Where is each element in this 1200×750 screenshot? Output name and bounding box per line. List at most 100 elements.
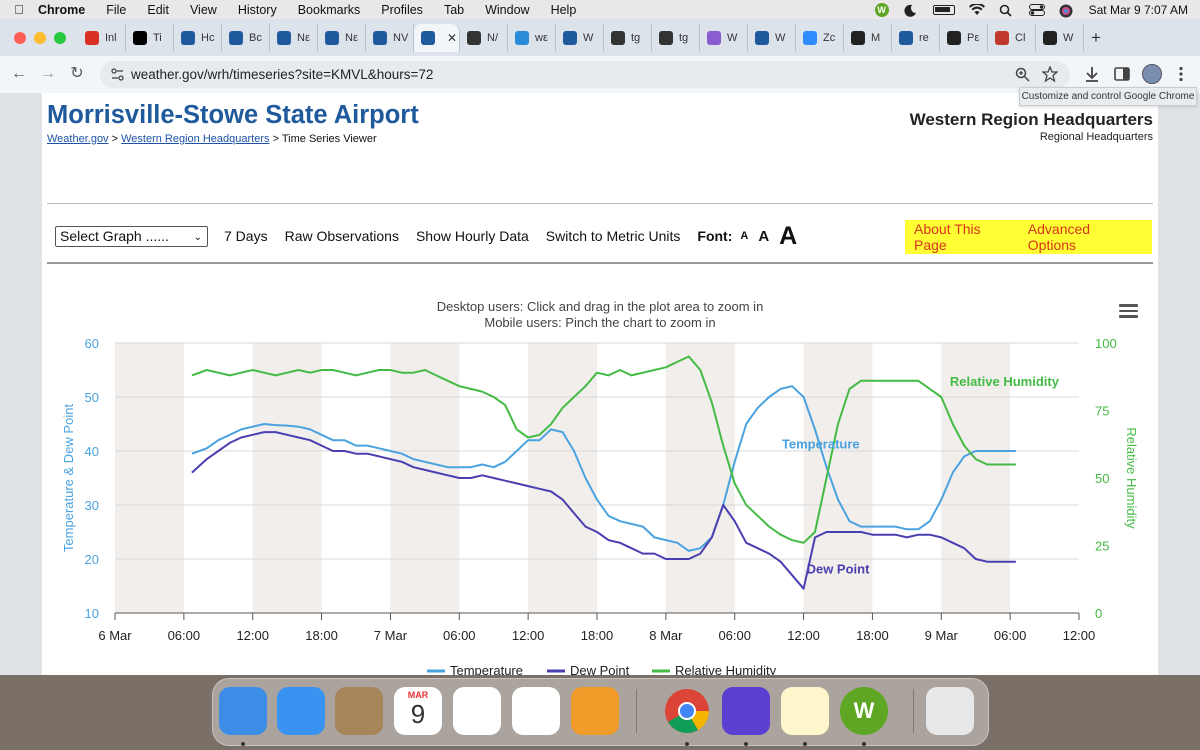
menu-tab[interactable]: Tab [444,3,464,17]
tab[interactable]: W [748,24,796,52]
site-info-icon[interactable] [110,67,125,82]
wifi-icon[interactable] [968,2,985,16]
x-tick-label: 06:00 [718,628,751,643]
moon-icon[interactable] [903,4,919,17]
menu-profiles[interactable]: Profiles [381,3,423,17]
zoom-window-button[interactable] [54,32,66,44]
tab[interactable]: Nε [270,24,318,52]
menu-history[interactable]: History [238,3,277,17]
window-controls [14,32,66,44]
tab-label: wε [535,32,548,44]
search-icon[interactable] [999,4,1015,17]
chrome-menu-icon[interactable] [1172,65,1190,83]
url-text[interactable]: weather.gov/wrh/timeseries?site=KMVL&hou… [131,67,433,82]
mail-icon[interactable] [277,687,325,735]
forward-button[interactable]: → [37,63,59,85]
advanced-options-link[interactable]: Advanced Options [1028,221,1135,253]
tab[interactable]: Zc [796,24,844,52]
zoom-icon[interactable] [1015,67,1030,82]
calendar-icon[interactable]: MAR 9 [394,687,442,735]
tab[interactable]: wε [508,24,556,52]
menu-edit[interactable]: Edit [147,3,169,17]
tab[interactable]: Cl [988,24,1036,52]
hourly-data-link[interactable]: Show Hourly Data [416,228,529,244]
temperature-label: Temperature [782,436,860,451]
breadcrumb-western-region[interactable]: Western Region Headquarters [121,133,269,145]
side-panel-icon[interactable] [1113,65,1131,83]
tab[interactable]: tg [604,24,652,52]
menu-view[interactable]: View [190,3,217,17]
menu-bookmarks[interactable]: Bookmarks [298,3,361,17]
apple-icon[interactable]:  [0,2,38,17]
menu-window[interactable]: Window [485,3,529,17]
bookmark-star-icon[interactable] [1042,66,1058,82]
battery-icon[interactable] [932,4,955,15]
trash-icon[interactable] [926,687,974,735]
tab[interactable]: Nε [318,24,366,52]
tab[interactable]: Ti [126,24,174,52]
chrome-icon[interactable] [663,687,711,735]
menu-app-name[interactable]: Chrome [38,3,85,17]
noaa-icon [373,31,387,45]
night-band [665,343,735,613]
tab[interactable]: W [1036,24,1084,52]
new-tab-button[interactable]: + [1084,24,1108,52]
timeseries-chart[interactable]: 10 20 30 40 50 60 0 25 50 75 100 Temperature & Dew … [42,323,1158,675]
tab-label: M [871,32,881,44]
metric-units-link[interactable]: Switch to Metric Units [546,228,681,244]
menu-file[interactable]: File [106,3,126,17]
contacts-icon[interactable] [335,687,383,735]
tab[interactable]: N/ [460,24,508,52]
close-tab-icon[interactable]: ✕ [447,31,457,45]
breadcrumb-weather-gov[interactable]: Weather.gov [47,133,109,145]
pages-icon[interactable] [571,687,619,735]
chevron-down-icon: ⌄ [193,231,202,243]
tab[interactable]: Bc [222,24,270,52]
x-tick-label: 18:00 [581,628,614,643]
finder-icon[interactable] [219,687,267,735]
select-graph-dropdown[interactable]: Select Graph ...... ⌄ [55,225,208,247]
tab[interactable]: Pε [940,24,988,52]
tab[interactable]: NV [366,24,414,52]
tab[interactable]: tg [652,24,700,52]
menu-help[interactable]: Help [551,3,577,17]
seven-days-link[interactable]: 7 Days [224,228,268,244]
menu-clock[interactable]: Sat Mar 9 7:07 AM [1089,3,1188,17]
profile-avatar[interactable] [1142,64,1162,84]
tab[interactable]: re [892,24,940,52]
reload-button[interactable]: ↻ [66,63,88,85]
photos-icon[interactable] [512,687,560,735]
back-button[interactable]: ← [8,63,30,85]
freeform-icon[interactable] [453,687,501,735]
notes-icon[interactable] [781,687,829,735]
tab-label: N/ [487,32,498,44]
tab-active[interactable]: ✕ [414,24,460,52]
imovie-icon[interactable] [722,687,770,735]
tab[interactable]: W [556,24,604,52]
about-page-link[interactable]: About This Page [914,221,1011,253]
siri-icon[interactable] [1059,4,1075,17]
download-icon[interactable] [1083,65,1101,83]
raw-observations-link[interactable]: Raw Observations [285,228,399,244]
y-tick-label: 40 [85,444,99,459]
divider [47,262,1153,264]
font-small-button[interactable]: A [740,230,748,242]
status-w-icon[interactable]: W [874,2,889,17]
close-window-button[interactable] [14,32,26,44]
whatsapp-wheel-icon[interactable]: W [840,687,888,735]
tab[interactable]: W [700,24,748,52]
font-large-button[interactable]: A [779,222,797,251]
minimize-window-button[interactable] [34,32,46,44]
font-label: Font: [697,228,733,244]
font-medium-button[interactable]: A [758,228,769,245]
tab-label: Pε [967,32,980,44]
tab[interactable]: M [844,24,892,52]
x-icon [133,31,147,45]
divider [47,203,1153,204]
tab[interactable]: Hc [174,24,222,52]
chart-menu-icon[interactable] [1119,304,1138,319]
control-center-icon[interactable] [1028,3,1045,16]
address-bar[interactable]: weather.gov/wrh/timeseries?site=KMVL&hou… [100,61,1070,88]
tab[interactable]: Inl [78,24,126,52]
tab-label: tg [631,32,641,44]
